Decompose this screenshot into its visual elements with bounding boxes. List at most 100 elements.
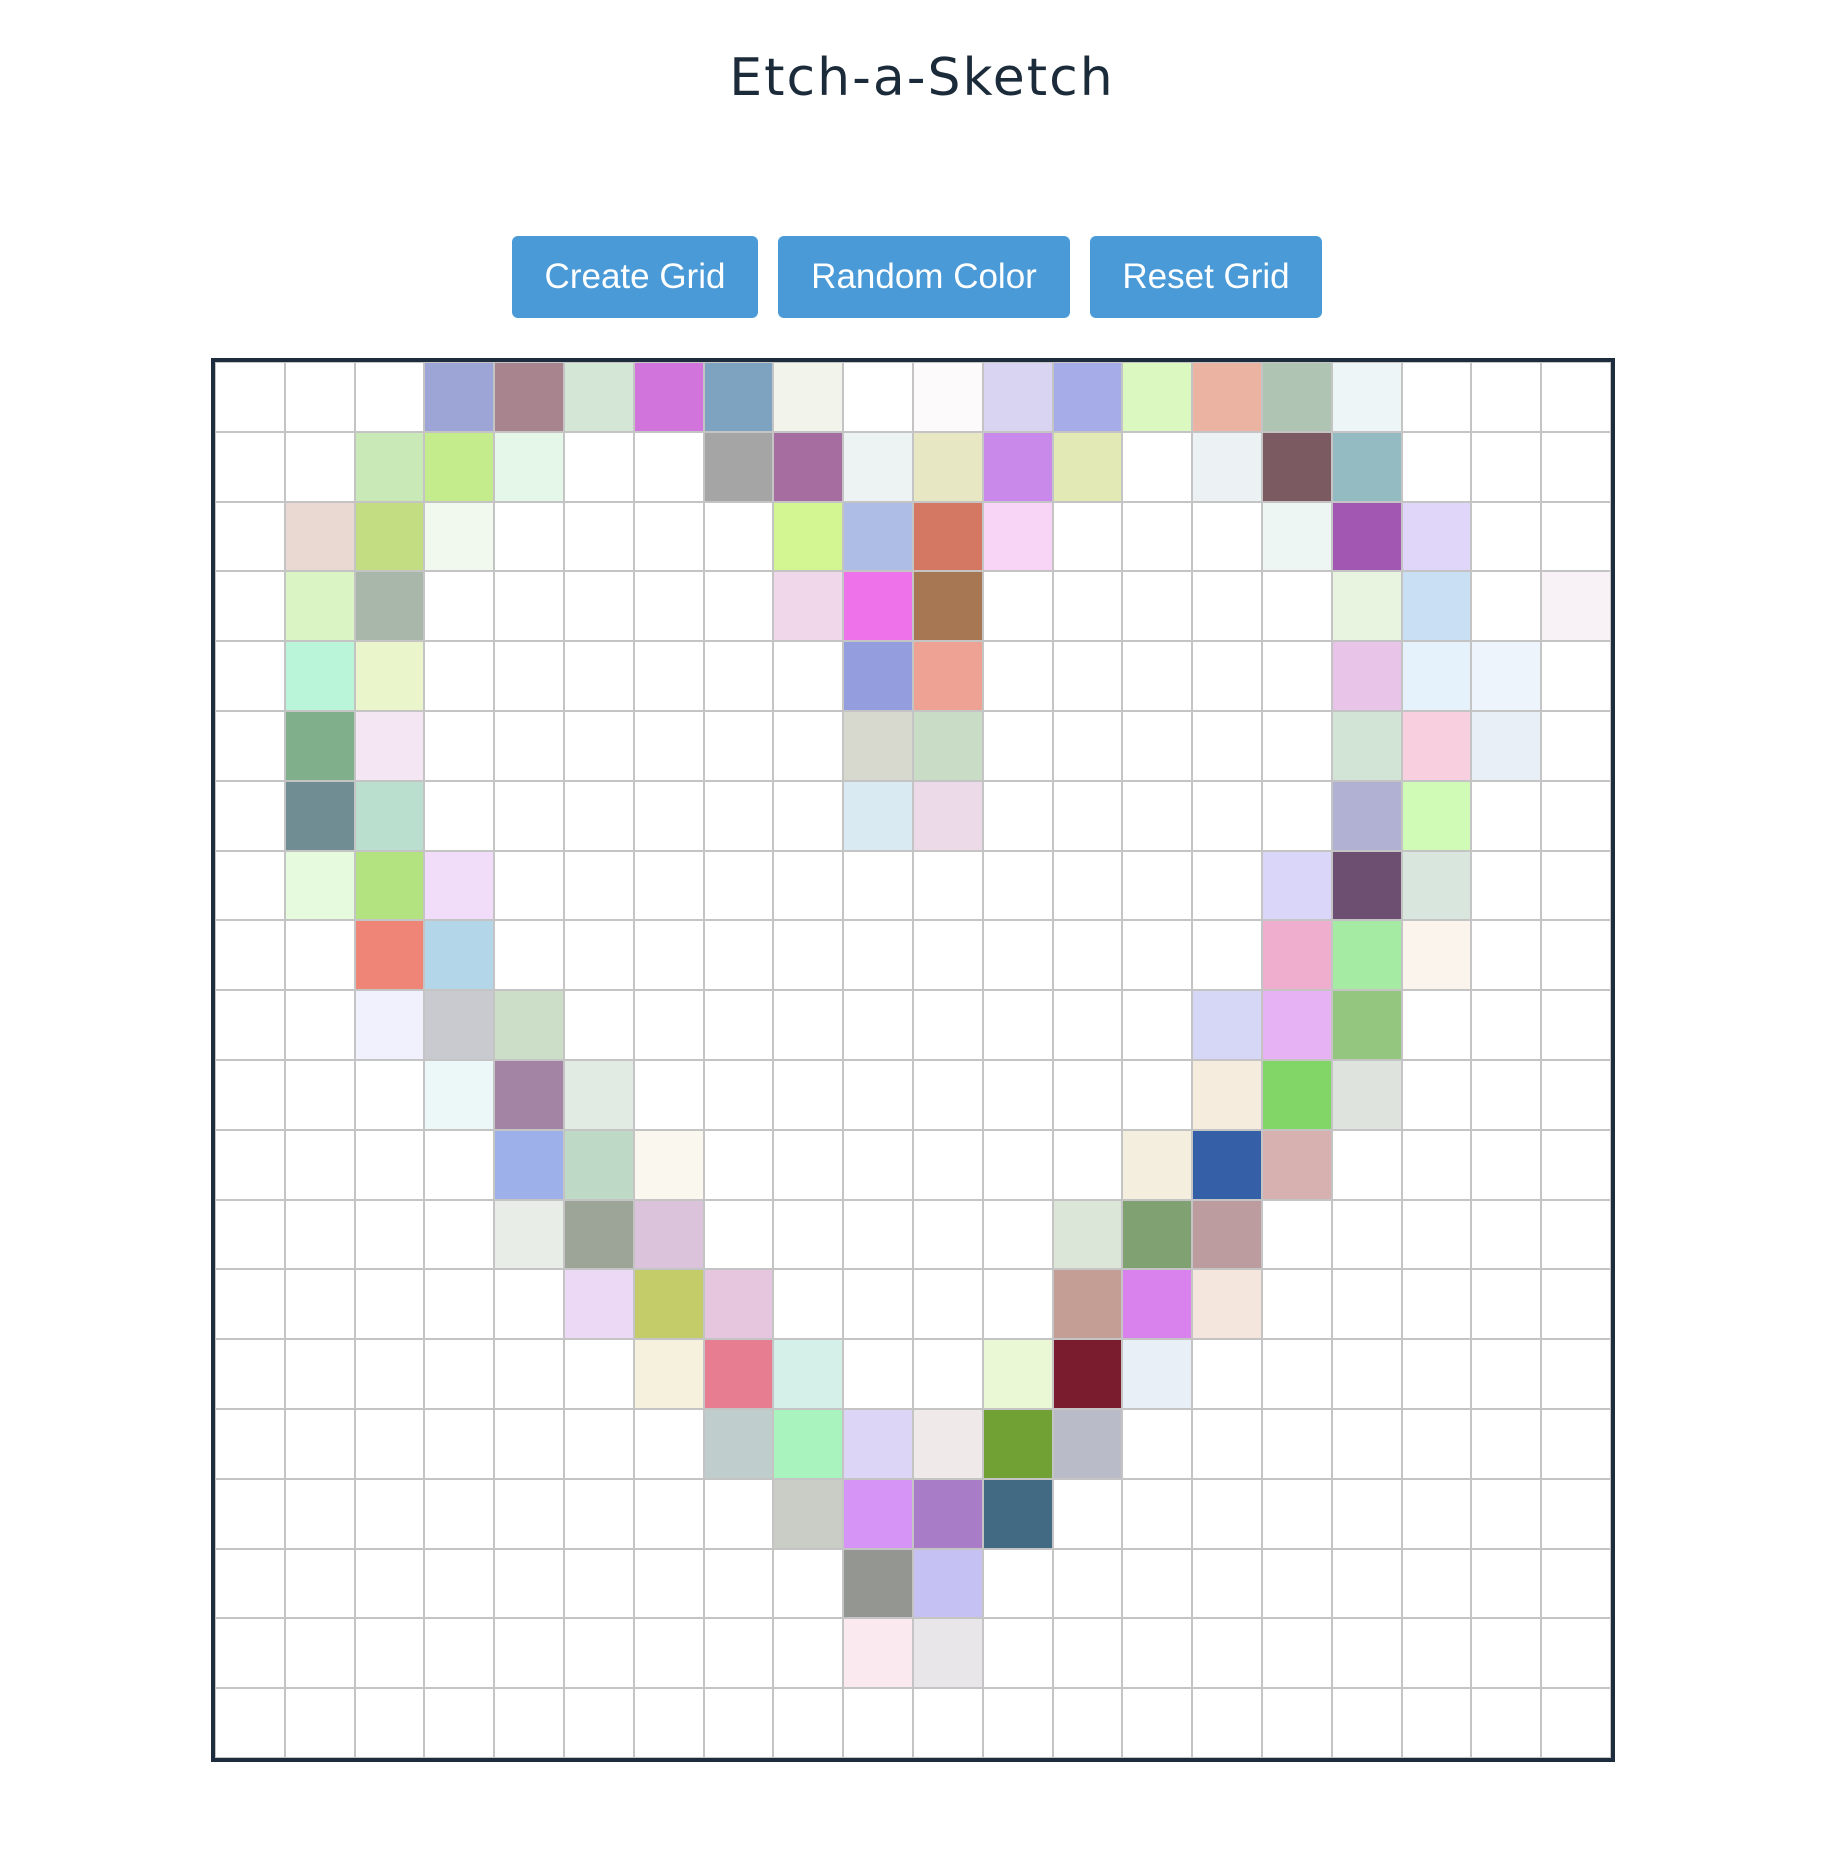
grid-cell[interactable] xyxy=(285,642,354,710)
grid-cell[interactable] xyxy=(1053,1340,1122,1408)
grid-cell[interactable] xyxy=(1472,712,1541,780)
grid-cell[interactable] xyxy=(1542,1061,1610,1129)
grid-cell[interactable] xyxy=(1193,1130,1261,1199)
grid-cell[interactable] xyxy=(1402,1200,1471,1269)
grid-cell[interactable] xyxy=(774,991,843,1059)
grid-cell[interactable] xyxy=(914,1479,982,1548)
grid-cell[interactable] xyxy=(1542,572,1610,641)
grid-cell[interactable] xyxy=(285,1270,354,1339)
grid-cell[interactable] xyxy=(355,712,424,780)
grid-cell[interactable] xyxy=(495,781,563,850)
grid-cell[interactable] xyxy=(1263,432,1331,501)
grid-cell[interactable] xyxy=(425,1130,494,1199)
grid-cell[interactable] xyxy=(1123,502,1192,571)
grid-cell[interactable] xyxy=(216,363,284,431)
grid-cell[interactable] xyxy=(704,1479,773,1548)
grid-cell[interactable] xyxy=(1472,502,1541,571)
grid-cell[interactable] xyxy=(1193,1619,1261,1688)
grid-cell[interactable] xyxy=(355,1619,424,1688)
grid-cell[interactable] xyxy=(844,1410,912,1478)
grid-cell[interactable] xyxy=(425,712,494,780)
grid-cell[interactable] xyxy=(495,1340,563,1408)
grid-cell[interactable] xyxy=(1263,1200,1331,1269)
grid-cell[interactable] xyxy=(983,1061,1052,1129)
grid-cell[interactable] xyxy=(1472,1549,1541,1618)
grid-cell[interactable] xyxy=(1263,921,1331,990)
grid-cell[interactable] xyxy=(1123,1549,1192,1618)
grid-cell[interactable] xyxy=(634,1270,703,1339)
grid-cell[interactable] xyxy=(983,572,1052,641)
grid-cell[interactable] xyxy=(634,1549,703,1618)
random-color-button[interactable]: Random Color xyxy=(778,236,1070,318)
grid-cell[interactable] xyxy=(565,1479,633,1548)
grid-cell[interactable] xyxy=(844,781,912,850)
grid-cell[interactable] xyxy=(1472,572,1541,641)
grid-cell[interactable] xyxy=(285,1479,354,1548)
grid-cell[interactable] xyxy=(565,712,633,780)
grid-cell[interactable] xyxy=(914,572,982,641)
grid-cell[interactable] xyxy=(704,712,773,780)
grid-cell[interactable] xyxy=(495,1689,563,1757)
grid-cell[interactable] xyxy=(983,851,1052,920)
grid-cell[interactable] xyxy=(1332,1061,1401,1129)
grid-cell[interactable] xyxy=(425,781,494,850)
grid-cell[interactable] xyxy=(634,642,703,710)
reset-grid-button[interactable]: Reset Grid xyxy=(1090,236,1322,318)
grid-cell[interactable] xyxy=(704,1340,773,1408)
grid-cell[interactable] xyxy=(1332,781,1401,850)
grid-cell[interactable] xyxy=(983,1619,1052,1688)
grid-cell[interactable] xyxy=(1402,1479,1471,1548)
grid-cell[interactable] xyxy=(704,1410,773,1478)
grid-cell[interactable] xyxy=(216,781,284,850)
grid-cell[interactable] xyxy=(1263,572,1331,641)
grid-cell[interactable] xyxy=(634,921,703,990)
grid-cell[interactable] xyxy=(1053,1549,1122,1618)
grid-cell[interactable] xyxy=(425,642,494,710)
grid-cell[interactable] xyxy=(1263,363,1331,431)
grid-cell[interactable] xyxy=(1193,1061,1261,1129)
grid-cell[interactable] xyxy=(1123,1410,1192,1478)
grid-cell[interactable] xyxy=(774,642,843,710)
grid-cell[interactable] xyxy=(1332,1200,1401,1269)
grid-cell[interactable] xyxy=(914,502,982,571)
grid-cell[interactable] xyxy=(216,1479,284,1548)
grid-cell[interactable] xyxy=(1193,1200,1261,1269)
grid-cell[interactable] xyxy=(774,432,843,501)
grid-cell[interactable] xyxy=(844,1061,912,1129)
grid-cell[interactable] xyxy=(355,851,424,920)
grid-cell[interactable] xyxy=(914,1340,982,1408)
grid-cell[interactable] xyxy=(216,432,284,501)
grid-cell[interactable] xyxy=(704,1270,773,1339)
grid-cell[interactable] xyxy=(914,1619,982,1688)
grid-cell[interactable] xyxy=(1263,1061,1331,1129)
grid-cell[interactable] xyxy=(565,1061,633,1129)
grid-cell[interactable] xyxy=(1263,851,1331,920)
grid-cell[interactable] xyxy=(1542,851,1610,920)
grid-cell[interactable] xyxy=(914,1689,982,1757)
grid-cell[interactable] xyxy=(1402,1410,1471,1478)
grid-cell[interactable] xyxy=(285,851,354,920)
grid-cell[interactable] xyxy=(1402,991,1471,1059)
grid-cell[interactable] xyxy=(565,432,633,501)
grid-cell[interactable] xyxy=(495,712,563,780)
grid-cell[interactable] xyxy=(983,1200,1052,1269)
grid-cell[interactable] xyxy=(1472,781,1541,850)
grid-cell[interactable] xyxy=(1193,712,1261,780)
grid-cell[interactable] xyxy=(1053,1410,1122,1478)
grid-cell[interactable] xyxy=(1472,851,1541,920)
grid-cell[interactable] xyxy=(355,1689,424,1757)
grid-cell[interactable] xyxy=(285,1200,354,1269)
grid-cell[interactable] xyxy=(1053,502,1122,571)
grid-cell[interactable] xyxy=(634,781,703,850)
grid-cell[interactable] xyxy=(704,1549,773,1618)
grid-cell[interactable] xyxy=(1542,1270,1610,1339)
grid-cell[interactable] xyxy=(495,1479,563,1548)
grid-cell[interactable] xyxy=(565,991,633,1059)
grid-cell[interactable] xyxy=(634,502,703,571)
grid-cell[interactable] xyxy=(1193,572,1261,641)
grid-cell[interactable] xyxy=(565,1619,633,1688)
grid-cell[interactable] xyxy=(1123,1619,1192,1688)
grid-cell[interactable] xyxy=(285,921,354,990)
grid-cell[interactable] xyxy=(914,1270,982,1339)
grid-cell[interactable] xyxy=(425,502,494,571)
